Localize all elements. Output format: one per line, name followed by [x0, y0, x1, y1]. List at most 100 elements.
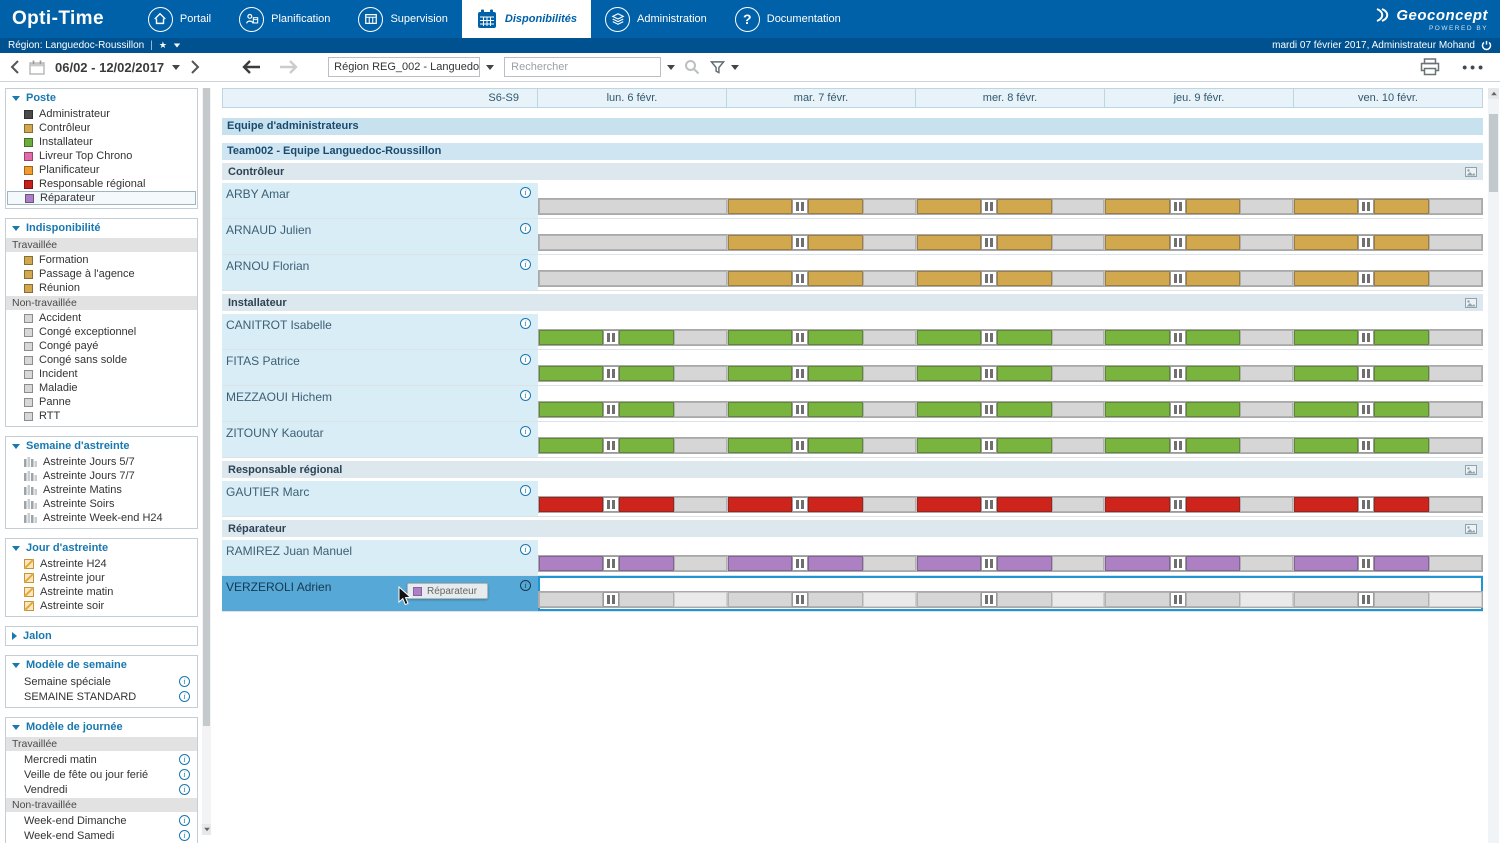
sidebar-item-astreinte-jours-5-7[interactable]: Astreinte Jours 5/7	[6, 455, 197, 469]
main-scrollbar[interactable]	[1488, 88, 1499, 843]
filter-caret-icon[interactable]	[731, 65, 739, 70]
day-cell[interactable]	[728, 271, 917, 286]
search-caret-icon[interactable]	[667, 65, 675, 70]
sidebar-item-astreinte-jour[interactable]: Astreinte jour	[6, 571, 197, 585]
day-cell[interactable]	[728, 592, 917, 607]
date-range-caret-icon[interactable]	[172, 65, 180, 70]
day-cell[interactable]	[728, 402, 917, 417]
day-cell[interactable]	[917, 235, 1106, 250]
info-icon[interactable]: i	[520, 187, 531, 198]
sidebar-item-astreinte-matin[interactable]: Astreinte matin	[6, 585, 197, 599]
sidebar-item-controleur[interactable]: Contrôleur	[6, 121, 197, 135]
sidebar-item-livreur-top-chrono[interactable]: Livreur Top Chrono	[6, 149, 197, 163]
day-cell[interactable]	[1105, 199, 1294, 214]
image-icon[interactable]	[1465, 524, 1477, 534]
sidebar-item-panne[interactable]: Panne	[6, 395, 197, 409]
day-cell[interactable]	[917, 271, 1106, 286]
day-cell[interactable]	[539, 497, 728, 512]
previous-period-button[interactable]	[10, 60, 20, 74]
sidebar-item-incident[interactable]: Incident	[6, 367, 197, 381]
info-icon[interactable]: i	[179, 676, 190, 687]
day-cell[interactable]	[539, 438, 728, 453]
day-cell[interactable]	[1294, 556, 1482, 571]
day-cell[interactable]	[1105, 592, 1294, 607]
sidebar-item-administrateur[interactable]: Administrateur	[6, 107, 197, 121]
info-icon[interactable]: i	[520, 223, 531, 234]
sidebar-item-rtt[interactable]: RTT	[6, 409, 197, 423]
sidebar-item-conge-paye[interactable]: Congé payé	[6, 339, 197, 353]
back-button[interactable]	[242, 60, 262, 74]
day-cell[interactable]	[1105, 271, 1294, 286]
next-period-button[interactable]	[190, 60, 200, 74]
day-cell[interactable]	[539, 199, 728, 214]
sidebar-section-header-modele-de-semaine[interactable]: Modèle de semaine	[6, 656, 197, 674]
sidebar-scroll-down-button[interactable]	[202, 824, 211, 835]
filter-icon[interactable]	[710, 60, 725, 75]
day-cell[interactable]	[917, 556, 1106, 571]
search-input[interactable]	[504, 57, 661, 77]
image-icon[interactable]	[1465, 167, 1477, 177]
person-timeline[interactable]	[538, 540, 1483, 575]
day-cell[interactable]	[539, 330, 728, 345]
nav-disponibilites[interactable]: Disponibilités	[462, 0, 591, 38]
person-timeline[interactable]	[538, 314, 1483, 349]
sidebar-item-semaine-standard[interactable]: SEMAINE STANDARDi	[6, 689, 197, 704]
day-cell[interactable]	[917, 592, 1106, 607]
day-cell[interactable]	[917, 402, 1106, 417]
sidebar-item-accident[interactable]: Accident	[6, 311, 197, 325]
person-name-cell[interactable]: CANITROT Isabellei	[222, 314, 538, 349]
sidebar-section-header-modele-de-journee[interactable]: Modèle de journée	[6, 718, 197, 736]
sidebar-item-astreinte-soir[interactable]: Astreinte soir	[6, 599, 197, 613]
sidebar-section-header-semaine-d-astreinte[interactable]: Semaine d'astreinte	[6, 437, 197, 455]
sidebar-item-astreinte-week-end-h24[interactable]: Astreinte Week-end H24	[6, 511, 197, 525]
person-timeline[interactable]	[538, 350, 1483, 385]
calendar-icon[interactable]	[29, 60, 45, 75]
region-select-caret-icon[interactable]	[486, 65, 494, 70]
person-timeline[interactable]	[538, 386, 1483, 421]
info-icon[interactable]: i	[520, 259, 531, 270]
person-name-cell[interactable]: RAMIREZ Juan Manueli	[222, 540, 538, 575]
info-icon[interactable]: i	[520, 318, 531, 329]
day-header-0[interactable]: lun. 6 févr.	[538, 89, 727, 107]
sidebar-item-week-end-samedi[interactable]: Week-end Samedii	[6, 828, 197, 843]
person-name-cell[interactable]: ZITOUNY Kaoutari	[222, 422, 538, 457]
day-header-2[interactable]: mer. 8 févr.	[916, 89, 1105, 107]
sidebar-item-reparateur[interactable]: Réparateur	[7, 191, 196, 205]
day-header-4[interactable]: ven. 10 févr.	[1294, 89, 1482, 107]
person-name-cell[interactable]: ARNOU Floriani	[222, 255, 538, 290]
info-icon[interactable]: i	[179, 769, 190, 780]
info-icon[interactable]: i	[520, 354, 531, 365]
group-header-equipe-d-administrateurs[interactable]: Equipe d'administrateurs	[222, 118, 1483, 135]
day-cell[interactable]	[1294, 271, 1482, 286]
sidebar-item-semaine-speciale[interactable]: Semaine spécialei	[6, 674, 197, 689]
day-cell[interactable]	[728, 556, 917, 571]
person-timeline[interactable]	[538, 183, 1483, 218]
sidebar-item-week-end-dimanche[interactable]: Week-end Dimanchei	[6, 813, 197, 828]
info-icon[interactable]: i	[179, 830, 190, 841]
sidebar-section-header-indisponibilite[interactable]: Indisponibilité	[6, 219, 197, 237]
sidebar-item-astreinte-soirs[interactable]: Astreinte Soirs	[6, 497, 197, 511]
person-name-cell[interactable]: MEZZAOUI Hichemi	[222, 386, 538, 421]
search-icon[interactable]	[684, 59, 700, 75]
day-cell[interactable]	[1105, 556, 1294, 571]
day-cell[interactable]	[1105, 497, 1294, 512]
person-name-cell[interactable]: ARBY Amari	[222, 183, 538, 218]
person-timeline[interactable]	[538, 481, 1483, 516]
info-icon[interactable]: i	[520, 426, 531, 437]
info-icon[interactable]: i	[520, 390, 531, 401]
day-cell[interactable]	[728, 199, 917, 214]
day-cell[interactable]	[1105, 366, 1294, 381]
sidebar-item-planificateur[interactable]: Planificateur	[6, 163, 197, 177]
team-header-team002-equipe-languedoc-roussillon[interactable]: Team002 - Equipe Languedoc-Roussillon	[222, 143, 1483, 160]
sidebar-item-astreinte-h24[interactable]: Astreinte H24	[6, 557, 197, 571]
person-timeline[interactable]	[538, 255, 1483, 290]
day-cell[interactable]	[1105, 402, 1294, 417]
day-cell[interactable]	[539, 402, 728, 417]
nav-portail[interactable]: Portail	[134, 0, 225, 38]
sidebar-item-astreinte-matins[interactable]: Astreinte Matins	[6, 483, 197, 497]
day-cell[interactable]	[1294, 199, 1482, 214]
day-header-3[interactable]: jeu. 9 févr.	[1105, 89, 1294, 107]
day-cell[interactable]	[1294, 235, 1482, 250]
day-cell[interactable]	[728, 235, 917, 250]
day-cell[interactable]	[1294, 330, 1482, 345]
